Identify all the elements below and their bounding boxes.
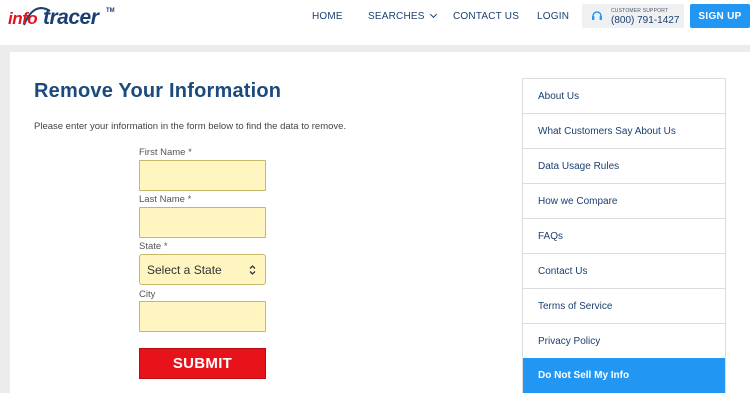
last-name-input[interactable] — [139, 207, 266, 238]
sidebar-item-data-usage-rules[interactable]: Data Usage Rules — [523, 149, 725, 184]
infotracer-logo[interactable]: info tracer TM — [8, 4, 118, 38]
sidebar-item-customer-reviews[interactable]: What Customers Say About Us — [523, 114, 725, 149]
sidebar-item-about-us[interactable]: About Us — [523, 79, 725, 114]
last-name-label: Last Name * — [139, 194, 192, 205]
sidebar-menu: About Us What Customers Say About Us Dat… — [522, 78, 726, 393]
support-phone-number[interactable]: (800) 791-1427 — [611, 15, 679, 26]
site-header: info tracer TM HOME SEARCHES CONTACT US … — [0, 0, 750, 45]
select-arrows-icon — [249, 265, 256, 275]
page-title: Remove Your Information — [34, 80, 282, 102]
sidebar-item-faqs[interactable]: FAQs — [523, 219, 725, 254]
sidebar-item-how-we-compare[interactable]: How we Compare — [523, 184, 725, 219]
sign-up-button[interactable]: SIGN UP — [690, 4, 750, 28]
logo-trademark: TM — [106, 8, 115, 14]
nav-login[interactable]: LOGIN — [537, 0, 569, 32]
nav-home[interactable]: HOME — [312, 0, 343, 32]
city-label: City — [139, 289, 156, 300]
sidebar-item-terms-of-service[interactable]: Terms of Service — [523, 289, 725, 324]
nav-contact-us[interactable]: CONTACT US — [453, 0, 519, 32]
nav-searches[interactable]: SEARCHES — [368, 0, 437, 32]
state-select[interactable]: Select a State — [139, 254, 266, 285]
customer-support-label: CUSTOMER SUPPORT — [611, 8, 669, 14]
headset-icon — [592, 11, 602, 20]
first-name-input[interactable] — [139, 160, 266, 191]
customer-support-box[interactable]: CUSTOMER SUPPORT (800) 791-1427 — [582, 4, 684, 28]
nav-searches-label: SEARCHES — [368, 10, 425, 22]
chevron-down-icon — [429, 10, 437, 19]
logo-word-tracer: tracer — [43, 6, 99, 29]
submit-button[interactable]: SUBMIT — [139, 348, 266, 379]
state-select-value: Select a State — [147, 262, 222, 277]
intro-text: Please enter your information in the for… — [34, 121, 347, 132]
sidebar-item-contact-us[interactable]: Contact Us — [523, 254, 725, 289]
city-input[interactable] — [139, 301, 266, 332]
logo-word-info: info — [8, 9, 38, 28]
state-label: State * — [139, 241, 168, 252]
sidebar-item-privacy-policy[interactable]: Privacy Policy — [523, 324, 725, 359]
sidebar-item-do-not-sell[interactable]: Do Not Sell My Info — [523, 358, 725, 393]
first-name-label: First Name * — [139, 147, 192, 158]
